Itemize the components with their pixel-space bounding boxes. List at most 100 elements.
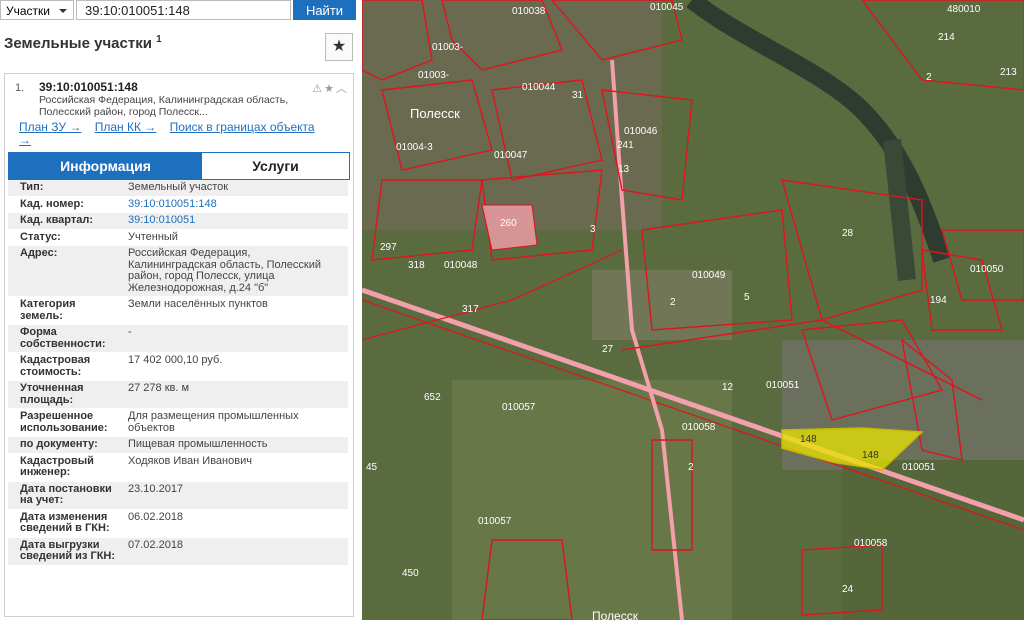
info-value: Земли населённых пунктов (128, 298, 268, 310)
map-label: 010047 (494, 150, 528, 161)
info-key: Кад. квартал: (20, 214, 94, 226)
collapse-icon[interactable]: ︿ (336, 83, 349, 95)
map-label: 2 (688, 462, 694, 473)
map-label: 194 (930, 295, 947, 306)
map-label: 28 (842, 228, 854, 239)
search-bar: Участки Найти (0, 0, 362, 22)
cad-quarter-link[interactable]: 39:10:010051 (120, 213, 348, 229)
card-actions: ⚠★︿ (312, 80, 349, 96)
plan-zu-link[interactable]: План ЗУ → (19, 120, 81, 134)
tab-services[interactable]: Услуги (202, 153, 349, 179)
map-label: 010051 (766, 380, 800, 391)
page-title-text: Земельные участки (4, 35, 152, 52)
map-label: 010057 (502, 402, 536, 413)
result-address: Российская Федерация, Калининградская об… (39, 94, 289, 118)
info-value: 23.10.2017 (128, 482, 184, 495)
card-links: План ЗУ → План КК → Поиск в границах объ… (19, 121, 339, 147)
plan-kk-link[interactable]: План КК → (95, 120, 157, 134)
info-key: Форма собственности: (20, 326, 106, 350)
info-key: Категория земель: (20, 298, 76, 322)
search-input[interactable] (76, 0, 291, 20)
field-area (452, 380, 732, 620)
info-value: Российская Федерация, Калининградская об… (128, 247, 321, 294)
map-label: 214 (938, 32, 955, 43)
map-label: 010058 (682, 422, 716, 433)
map-label: 010048 (444, 260, 478, 271)
info-value: 17 402 000,10 руб. (128, 354, 223, 366)
map-label: 010057 (478, 516, 512, 527)
info-key: Тип: (20, 181, 44, 193)
info-key: Разрешенное использование: (20, 410, 108, 434)
info-row: Разрешенное использование: Для размещения… (8, 409, 348, 437)
info-row: Дата изменения сведений в ГКН: 06.02.2018 (8, 509, 348, 538)
results-count: 1 (156, 34, 162, 45)
info-row: Дата выгрузки сведений из ГКН: 07.02.2018 (8, 537, 348, 566)
map-label: 318 (408, 260, 425, 271)
left-panel: Участки Найти Земельные участки 1 ★ 1. 3… (0, 0, 363, 620)
info-row: Дата постановки на учет: 23.10.2017 (8, 481, 348, 510)
map-canvas[interactable]: 010038 010045 480010 214 213 2 01003- 01… (362, 0, 1024, 620)
card-tabs: Информация Услуги (8, 152, 350, 180)
info-key: Кадастровая стоимость: (20, 354, 91, 378)
search-button[interactable]: Найти (293, 0, 356, 20)
info-value: 07.02.2018 (128, 538, 184, 551)
warning-icon[interactable]: ⚠ (312, 83, 324, 95)
info-key: Дата выгрузки сведений из ГКН: (20, 538, 116, 562)
map-label: 31 (572, 90, 584, 101)
map-label: 45 (366, 462, 378, 473)
info-row: Кадастровая стоимость: 17 402 000,10 руб. (8, 353, 348, 381)
map-label: 3 (590, 224, 596, 235)
cad-number-link[interactable]: 39:10:010051:148 (120, 197, 348, 213)
map-label: 450 (402, 568, 419, 579)
map-label: Полесск (410, 106, 460, 121)
info-row: Статус: Учтенный (8, 229, 348, 246)
info-value: 06.02.2018 (128, 510, 184, 523)
map-label: 24 (842, 584, 854, 595)
map-label: 148 (862, 450, 879, 461)
info-value: Земельный участок (128, 181, 229, 193)
info-key: Кад. номер: (20, 197, 84, 210)
map-label: 2 (670, 297, 676, 308)
info-table: Тип: Земельный участок Кад. номер: 39:10:0… (8, 180, 348, 566)
info-row: Кад. номер: 39:10:010051:148 (8, 196, 348, 213)
map-label: 010038 (512, 6, 546, 17)
map-label: 010049 (692, 270, 726, 281)
map-label: Полесск (592, 609, 639, 620)
map-label: 317 (462, 304, 479, 315)
info-value: - (128, 326, 132, 338)
info-value: Ходяков Иван Иванович (128, 454, 252, 467)
info-key: Уточненная площадь: (20, 382, 84, 406)
map-label: 480010 (947, 4, 981, 15)
cadastral-map[interactable]: 010038 010045 480010 214 213 2 01003- 01… (362, 0, 1024, 620)
map-label: 213 (1000, 67, 1017, 78)
info-row: Категория земель: Земли населённых пункто… (8, 297, 348, 325)
info-key: Статус: (20, 230, 61, 243)
map-label: 148 (800, 434, 817, 445)
map-label: 01004-3 (396, 142, 433, 153)
map-label: 5 (744, 292, 750, 303)
map-label: 2 (926, 72, 932, 83)
map-label: 12 (722, 382, 734, 393)
star-icon[interactable]: ★ (324, 83, 336, 95)
info-row: Кадастровый инженер: Ходяков Иван Иванови… (8, 453, 348, 482)
map-label: 27 (602, 344, 614, 355)
info-key: Адрес: (20, 247, 58, 259)
map-label: 010046 (624, 126, 658, 137)
info-value: 27 278 кв. м (128, 382, 190, 394)
favorite-button[interactable]: ★ (325, 33, 353, 61)
map-label: 010051 (902, 462, 936, 473)
info-key: Дата изменения сведений в ГКН: (20, 510, 110, 534)
info-row: Тип: Земельный участок (8, 180, 348, 197)
map-label: 01003- (432, 42, 463, 53)
map-label: 01003- (418, 70, 449, 81)
map-label: 010045 (650, 2, 684, 13)
tab-information[interactable]: Информация (9, 153, 202, 179)
info-row: Уточненная площадь: 27 278 кв. м (8, 381, 348, 409)
info-key: Кадастровый инженер: (20, 454, 94, 478)
search-type-dropdown[interactable]: Участки (0, 0, 74, 20)
result-cad-number[interactable]: 39:10:010051:148 (39, 80, 138, 94)
result-index: 1. (15, 82, 25, 94)
info-value: Пищевая промышленность (128, 438, 268, 450)
info-value: Учтенный (128, 230, 178, 243)
map-label: 13 (618, 164, 630, 175)
